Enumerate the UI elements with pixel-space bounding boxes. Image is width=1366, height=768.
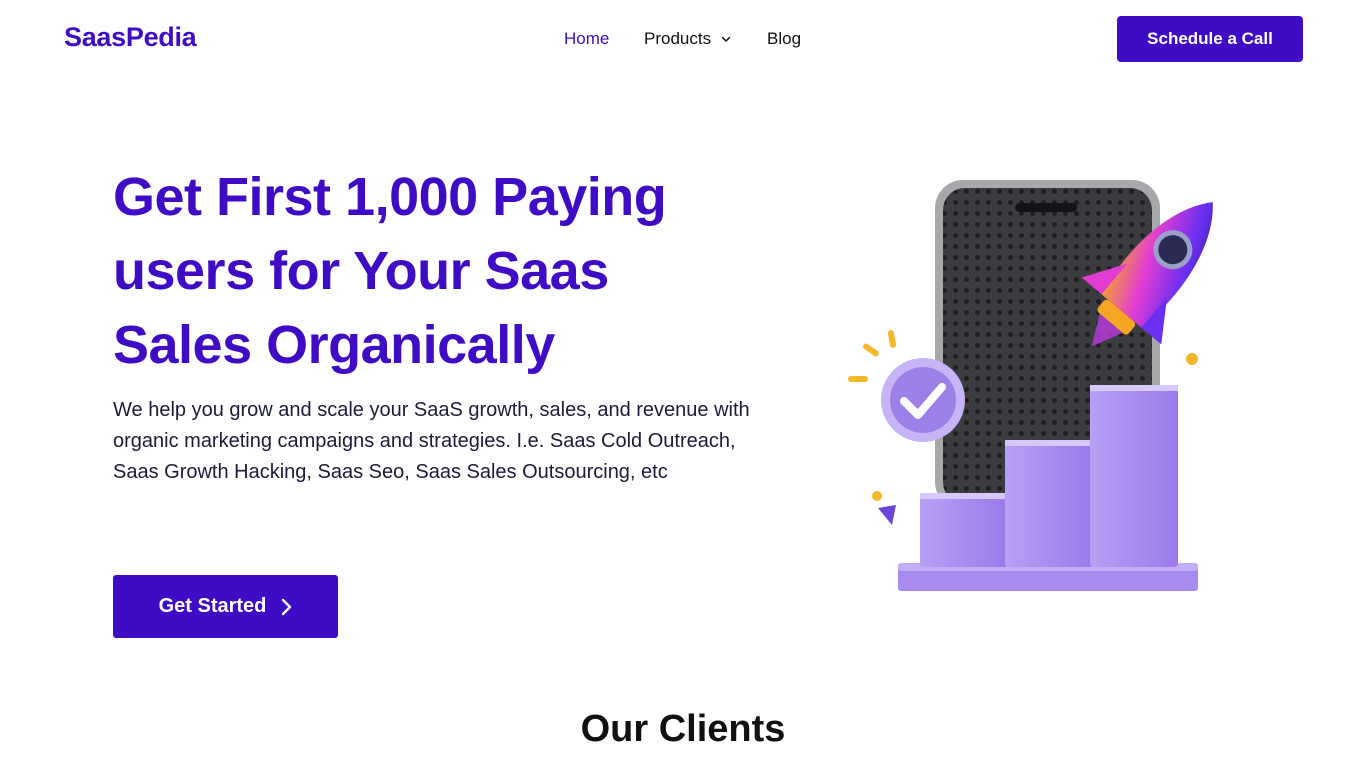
nav-item-products[interactable]: Products <box>644 28 731 50</box>
get-started-label: Get Started <box>158 595 267 617</box>
chevron-right-icon <box>282 598 292 615</box>
clients-section-title: Our Clients <box>580 708 786 750</box>
nav-item-products-label: Products <box>644 29 712 48</box>
hero-description: We help you grow and scale your SaaS gro… <box>113 399 750 483</box>
schedule-call-button[interactable]: Schedule a Call <box>1117 16 1303 62</box>
nav-item-home[interactable]: Home <box>564 28 609 50</box>
get-started-button[interactable]: Get Started <box>113 575 338 638</box>
chevron-down-icon <box>721 36 731 42</box>
check-icon <box>881 358 965 442</box>
nav-item-blog[interactable]: Blog <box>767 28 801 50</box>
hero-illustration <box>848 180 1213 591</box>
logo[interactable]: SaasPedia <box>64 22 197 53</box>
hero-title: Get First 1,000 Paying users for Your Sa… <box>113 167 667 375</box>
